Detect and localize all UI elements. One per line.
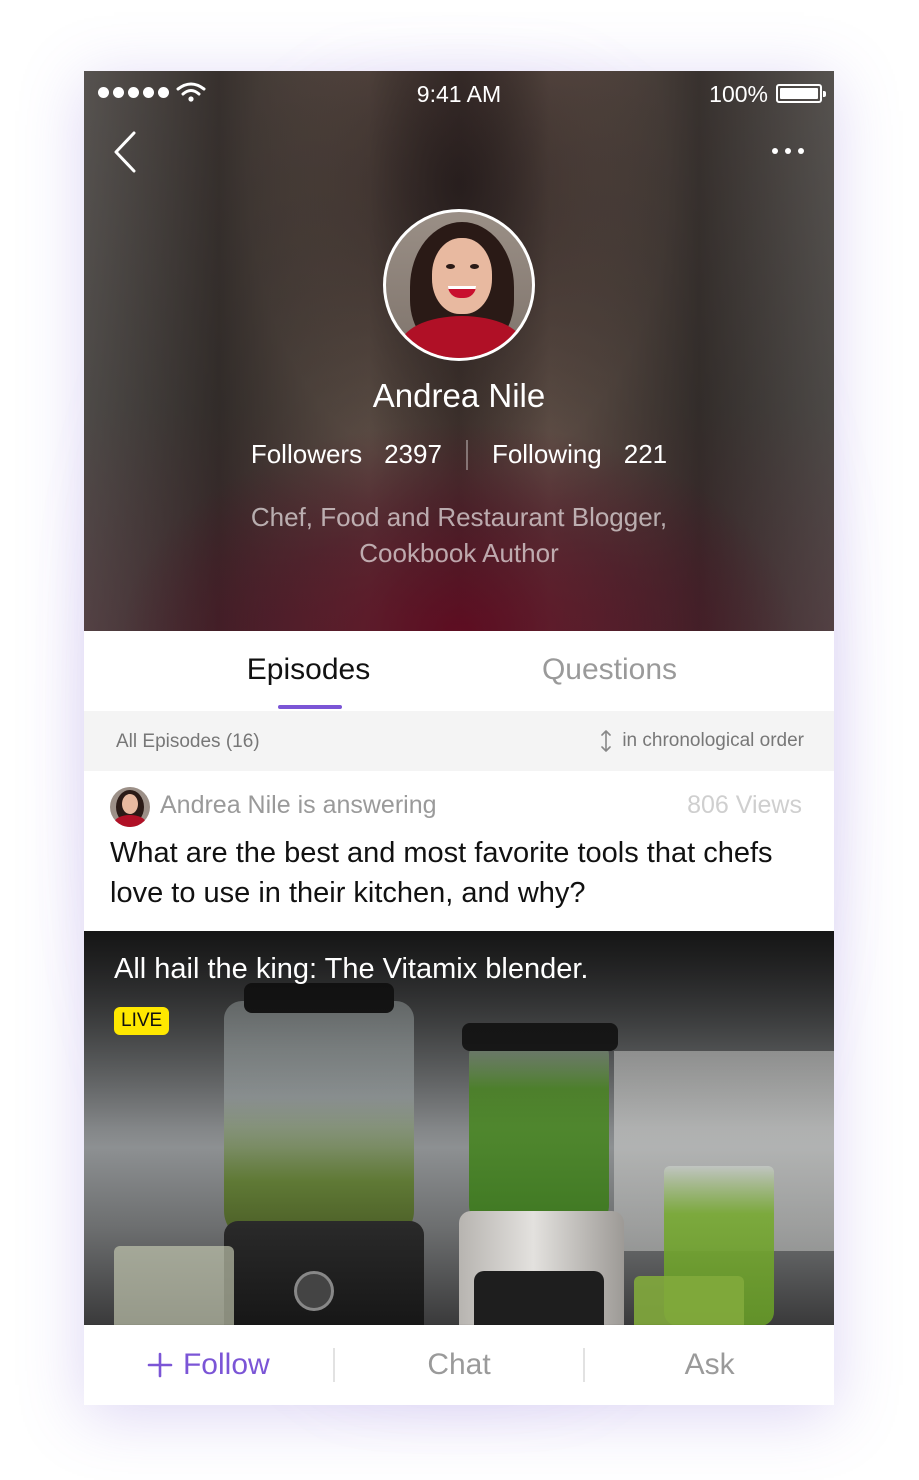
episode-media[interactable]: All hail the king: The Vitamix blender. … [84,931,834,1325]
followers-label: Followers [250,439,363,469]
sort-order-button[interactable]: in chronological order [600,730,804,752]
phone-screen: 9:41 AM 100% Andrea Nile Followers 2397 … [84,71,834,1405]
follow-button[interactable]: Follow [84,1348,333,1382]
plus-icon [147,1352,173,1378]
profile-bio: Chef, Food and Restaurant Blogger, Cookb… [184,499,734,571]
tab-questions-label: Questions [541,653,678,686]
live-badge: LIVE [114,1007,170,1035]
post-author-line: Andrea Nile is answering [160,791,437,819]
sort-order-label: in chronological order [622,730,804,751]
episode-post[interactable]: Andrea Nile is answering 806 Views What … [84,771,834,931]
battery-percent: 100% [709,81,768,107]
episodes-count: All Episodes (16) [116,731,260,752]
sort-arrows-icon [601,730,612,752]
bio-line-1: Chef, Food and Restaurant Blogger, [250,502,668,532]
back-button[interactable] [108,129,148,175]
ask-label: Ask [684,1348,735,1381]
more-horizontal-icon [772,148,778,154]
profile-tabs: Episodes Questions [84,631,834,711]
ask-button[interactable]: Ask [585,1348,834,1382]
chat-label: Chat [427,1348,491,1381]
following-stat[interactable]: Following 221 [492,439,667,470]
post-views: 806 Views [687,791,802,819]
active-tab-indicator [278,705,342,709]
post-author-avatar[interactable] [110,787,150,827]
battery-icon [776,84,826,103]
tab-episodes[interactable]: Episodes [84,631,459,711]
profile-name: Andrea Nile [372,377,546,414]
chat-button[interactable]: Chat [335,1348,584,1382]
following-count: 221 [623,439,668,469]
followers-stat[interactable]: Followers 2397 [251,439,442,470]
tab-questions[interactable]: Questions [459,631,834,711]
action-bar: Follow Chat Ask [84,1325,834,1405]
status-bar: 9:41 AM 100% [84,71,834,115]
follow-label: Follow [182,1348,270,1381]
profile-avatar [383,209,535,361]
bio-line-2: Cookbook Author [359,538,559,568]
stats-divider [465,439,468,470]
chevron-left-icon [114,131,136,173]
followers-count: 2397 [384,439,442,469]
media-title: All hail the king: The Vitamix blender. [114,953,589,985]
episodes-sort-bar: All Episodes (16) in chronological order [84,711,834,771]
profile-stats: Followers 2397 Following 221 [84,439,834,470]
following-label: Following [491,439,602,469]
tab-episodes-label: Episodes [246,653,371,686]
more-options-button[interactable] [768,139,808,163]
post-question[interactable]: What are the best and most favorite tool… [110,833,810,913]
